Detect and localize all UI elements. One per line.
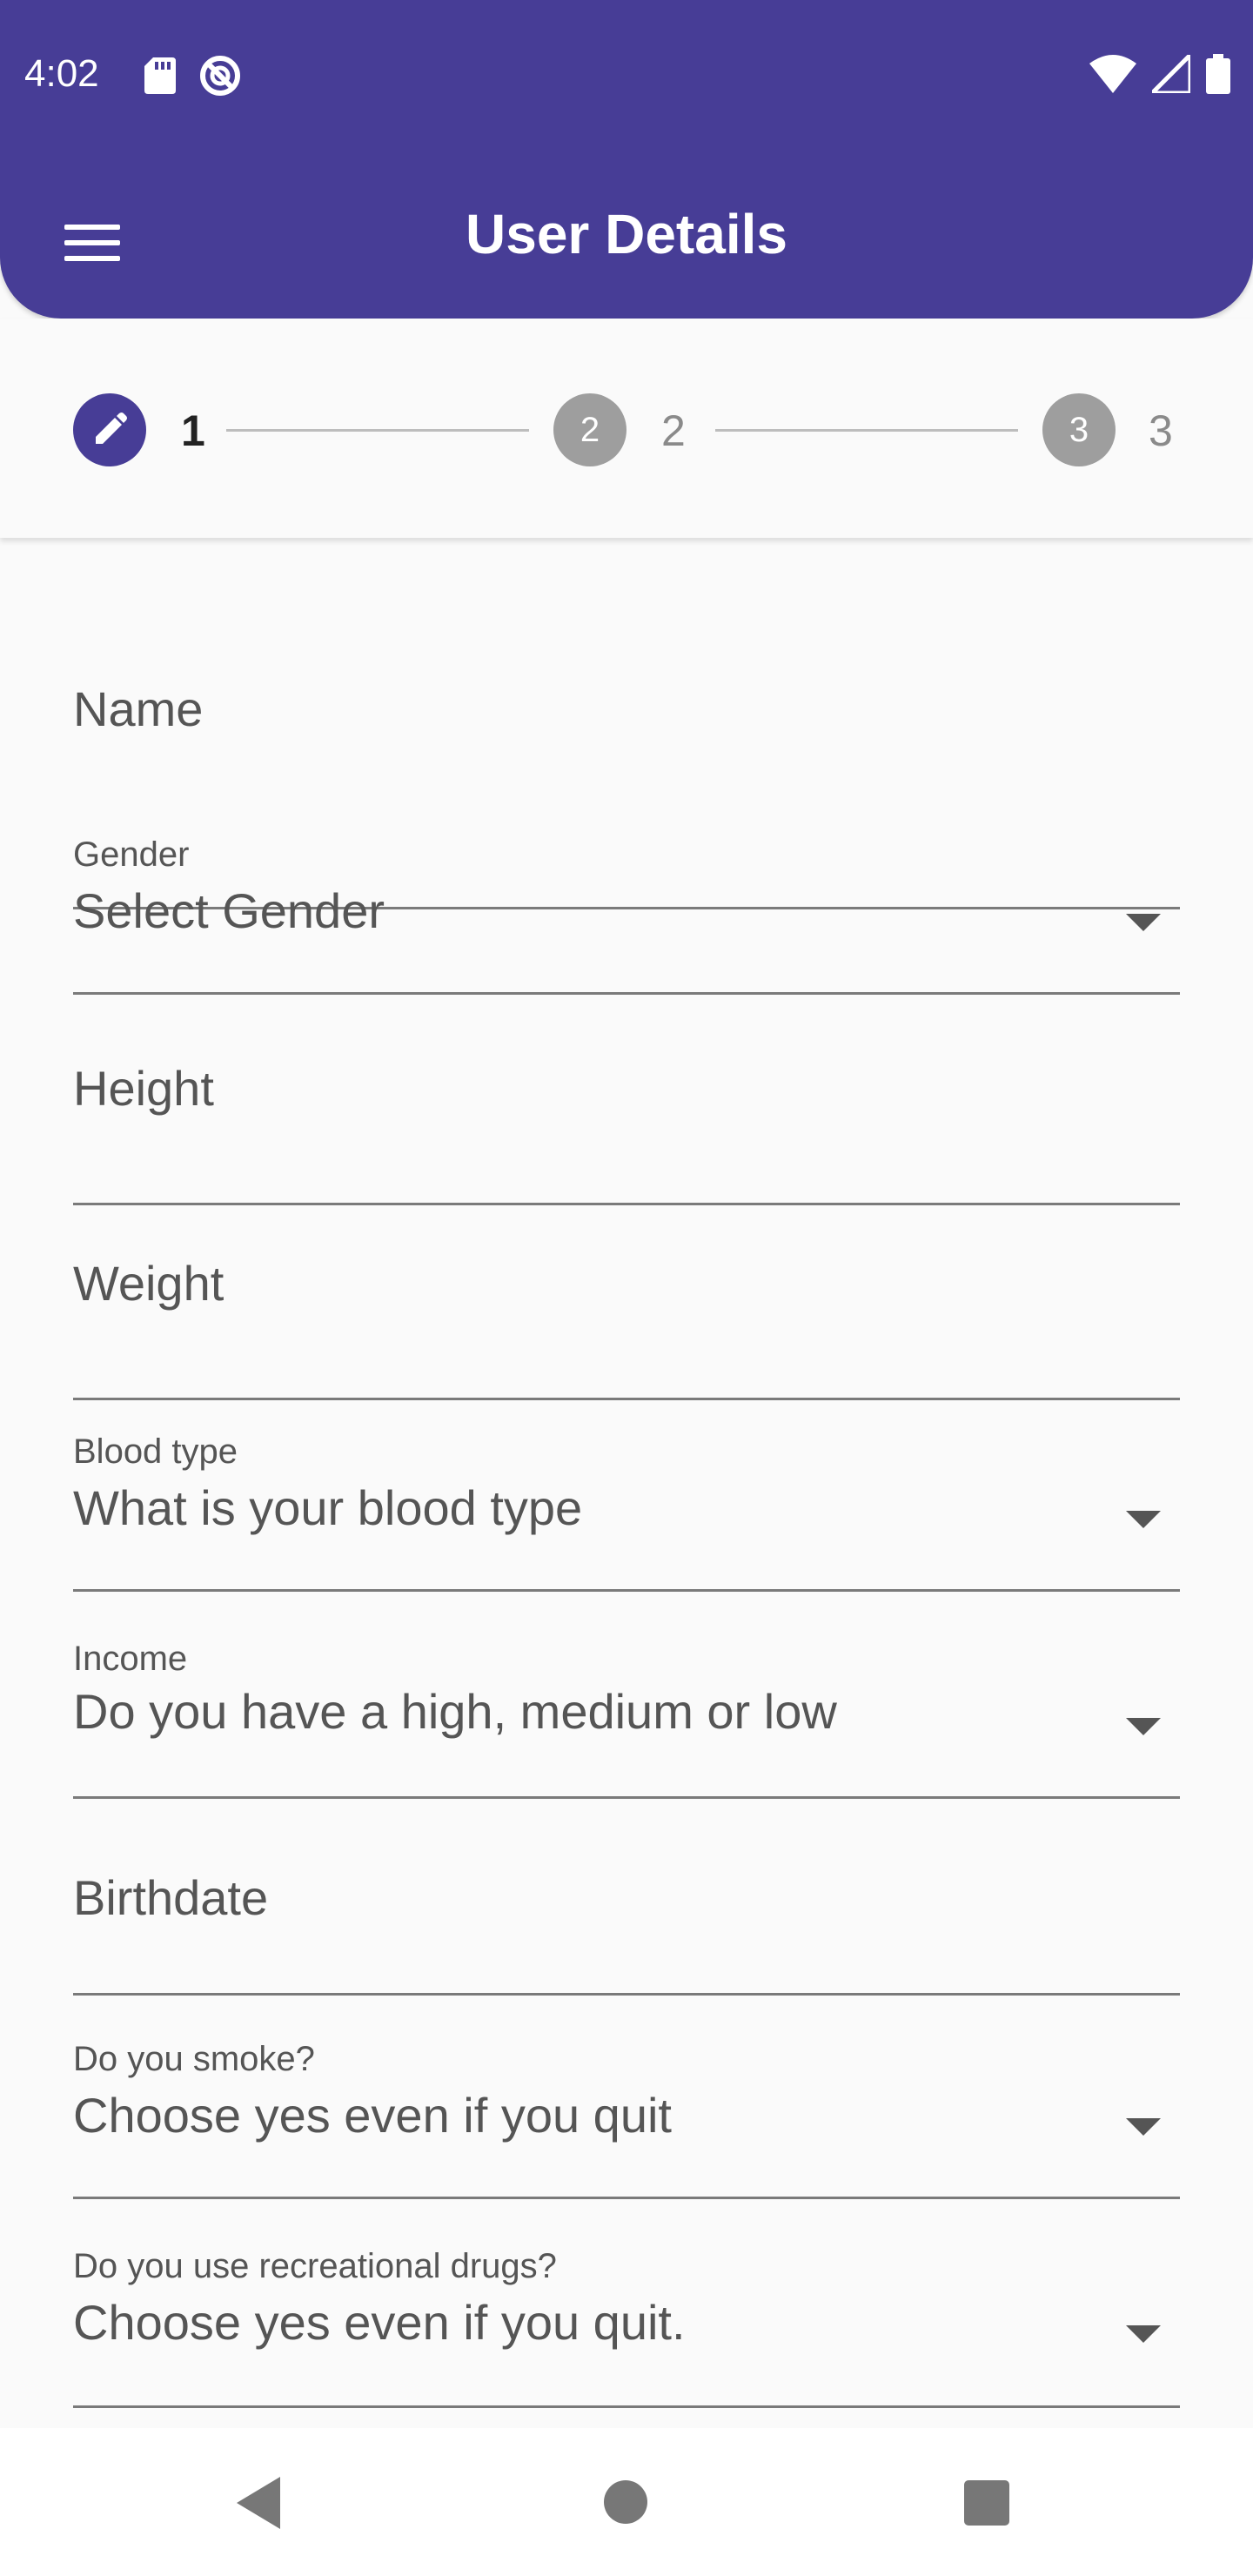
smoke-dropdown-icon[interactable]	[1126, 2118, 1161, 2136]
drugs-dropdown-icon[interactable]	[1126, 2325, 1161, 2343]
gender-dropdown-icon[interactable]	[1126, 914, 1161, 931]
step-3-circle[interactable]: 3	[1042, 393, 1116, 466]
drugs-value: Choose yes even if you quit.	[73, 2295, 686, 2350]
battery-icon	[1206, 54, 1230, 94]
height-field[interactable]: Height	[73, 1060, 1180, 1205]
gender-label: Gender	[73, 835, 190, 874]
blood-type-label: Blood type	[73, 1432, 238, 1471]
signal-icon	[1152, 55, 1190, 93]
name-field[interactable]: Name	[73, 660, 1180, 909]
drugs-select[interactable]: Do you use recreational drugs? Choose ye…	[73, 2247, 1180, 2421]
back-icon[interactable]	[237, 2477, 280, 2529]
blood-type-underline	[73, 1589, 1180, 1592]
birthdate-underline	[73, 1993, 1180, 1996]
smoke-value: Choose yes even if you quit	[73, 2088, 672, 2143]
step-1-label: 1	[181, 406, 205, 455]
stepper: 1 2 2 3 3	[0, 319, 1253, 538]
blood-type-select[interactable]: Blood type What is your blood type	[73, 1432, 1180, 1607]
app-bar: 4:02 User Details	[0, 0, 1253, 319]
gender-underline	[73, 992, 1180, 995]
drugs-label: Do you use recreational drugs?	[73, 2247, 557, 2285]
page-title: User Details	[466, 203, 787, 265]
gender-value: Select Gender	[73, 883, 385, 938]
smoke-label: Do you smoke?	[73, 2040, 315, 2078]
birthdate-placeholder: Birthdate	[73, 1870, 269, 1925]
weight-placeholder: Weight	[73, 1256, 224, 1311]
step-2-circle[interactable]: 2	[553, 393, 626, 466]
blood-type-dropdown-icon[interactable]	[1126, 1511, 1161, 1528]
income-underline	[73, 1796, 1180, 1799]
height-underline	[73, 1203, 1180, 1205]
income-value: Do you have a high, medium or low	[73, 1684, 837, 1739]
status-icons-left	[144, 54, 242, 97]
step-2-label: 2	[661, 406, 686, 455]
income-dropdown-icon[interactable]	[1126, 1718, 1161, 1735]
system-nav-bar	[0, 2428, 1253, 2576]
income-label: Income	[73, 1640, 188, 1678]
step-2-number: 2	[580, 410, 600, 449]
weight-underline	[73, 1398, 1180, 1400]
pencil-icon	[96, 413, 127, 444]
drugs-underline	[73, 2405, 1180, 2408]
income-select[interactable]: Income Do you have a high, medium or low	[73, 1640, 1180, 1814]
step-3-label: 3	[1149, 406, 1173, 455]
wifi-icon	[1089, 55, 1136, 93]
smoke-underline	[73, 2197, 1180, 2199]
do-not-disturb-icon	[200, 56, 240, 96]
birthdate-field[interactable]: Birthdate	[73, 1869, 1180, 1996]
status-time: 4:02	[24, 52, 99, 95]
height-placeholder: Height	[73, 1061, 214, 1116]
name-placeholder: Name	[73, 681, 204, 736]
recents-icon[interactable]	[964, 2480, 1009, 2526]
step-connector-1	[226, 429, 529, 432]
step-1-circle[interactable]	[73, 393, 146, 466]
gender-select[interactable]: Gender Select Gender	[73, 835, 1180, 1010]
blood-type-value: What is your blood type	[73, 1480, 583, 1535]
sd-card-icon	[144, 57, 176, 94]
step-3-number: 3	[1069, 410, 1089, 449]
home-icon[interactable]	[604, 2480, 647, 2524]
smoke-select[interactable]: Do you smoke? Choose yes even if you qui…	[73, 2040, 1180, 2214]
status-icons-right	[1089, 54, 1230, 94]
step-connector-2	[715, 429, 1018, 432]
weight-field[interactable]: Weight	[73, 1255, 1180, 1400]
